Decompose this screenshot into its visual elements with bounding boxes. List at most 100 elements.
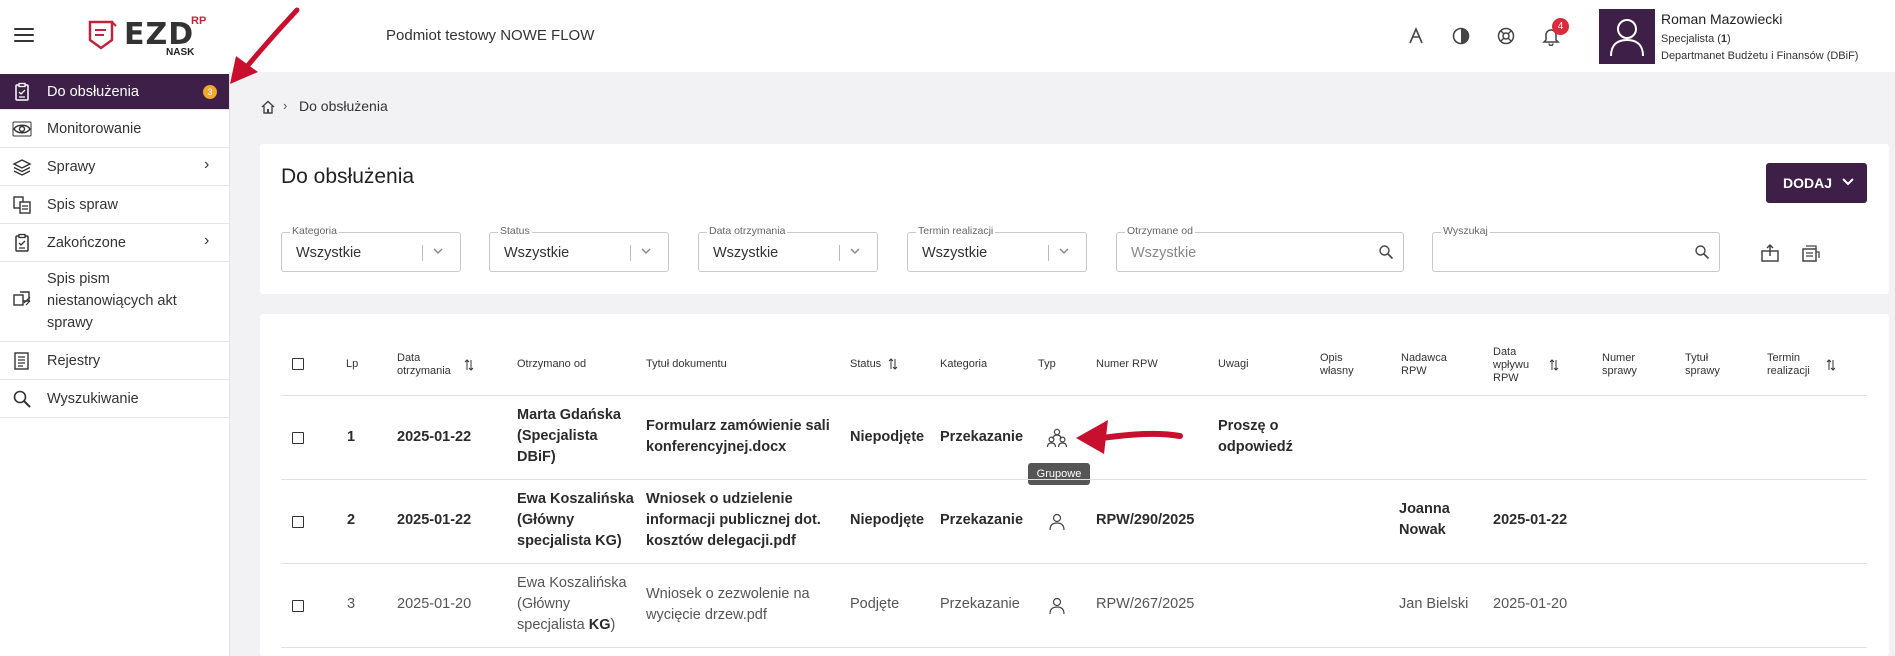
column-header-otrzymano-od[interactable]: Otrzymano od <box>517 358 586 371</box>
cell-data-otrzymania: 2025-01-20 <box>397 596 472 612</box>
group-users-icon[interactable] <box>1046 427 1068 449</box>
cell-lp: 1 <box>347 429 356 445</box>
row-checkbox[interactable] <box>292 600 304 612</box>
ezd-logo[interactable]: EZD RP NASK <box>86 15 226 59</box>
field-value: Wszystkie <box>296 245 362 261</box>
print-list-icon[interactable] <box>1799 242 1821 264</box>
sort-icon[interactable] <box>1826 359 1836 371</box>
sidebar-item-monitorowanie[interactable]: Monitorowanie <box>0 110 229 148</box>
count-badge: 3 <box>203 85 217 99</box>
column-header-kategoria[interactable]: Kategoria <box>940 358 987 371</box>
user-icon[interactable] <box>1046 511 1068 533</box>
field-label: Wyszukaj <box>1441 225 1490 237</box>
cell-status: Niepodjęte <box>850 512 925 528</box>
user-icon[interactable] <box>1046 595 1068 617</box>
sidebar-item-wyszukiwanie[interactable]: Wyszukiwanie <box>0 380 229 418</box>
sort-icon[interactable] <box>888 358 898 370</box>
cell-data-wplywu: 2025-01-20 <box>1493 596 1568 612</box>
field-label: Kategoria <box>290 225 339 237</box>
column-header-status[interactable]: Status <box>850 358 881 371</box>
column-header-numer-sprawy[interactable]: Numer sprawy <box>1602 352 1637 378</box>
chevron-down-icon <box>1842 178 1854 186</box>
cell-tytul-dokumentu[interactable]: Formularz zamówienie sali konferencyjnej.… <box>646 416 830 458</box>
field-value: Wszystkie <box>504 245 570 261</box>
column-header-opis-wlasny[interactable]: Opis własny <box>1320 352 1354 378</box>
home-icon[interactable] <box>260 99 276 115</box>
logo-rp: RP <box>191 15 207 27</box>
chevron-down-icon <box>850 248 860 254</box>
column-header-nadawca-rpw[interactable]: Nadawca RPW <box>1401 352 1447 378</box>
received-from-field[interactable]: Otrzymane od Wszystkie <box>1116 225 1404 272</box>
column-header-tytul-sprawy[interactable]: Tytuł sprawy <box>1685 352 1720 378</box>
eye-icon <box>12 121 32 137</box>
sort-icon[interactable] <box>464 359 474 371</box>
cell-status: Niepodjęte <box>850 429 925 445</box>
sidebar-item-label: Zakończone <box>47 235 126 251</box>
sidebar-item-spis-spraw[interactable]: Spis spraw <box>0 186 229 224</box>
column-header-lp[interactable]: Lp <box>346 358 358 371</box>
helpdesk-icon[interactable] <box>1496 26 1516 46</box>
chevron-right-icon: › <box>204 156 210 173</box>
column-header-uwagi[interactable]: Uwagi <box>1218 358 1249 371</box>
field-value: Wszystkie <box>922 245 988 261</box>
row-checkbox[interactable] <box>292 432 304 444</box>
search-icon[interactable] <box>1694 244 1710 260</box>
add-button[interactable]: DODAJ <box>1766 163 1867 203</box>
field-placeholder: Wszystkie <box>1131 245 1197 261</box>
row-divider <box>281 395 1867 396</box>
chevron-down-icon <box>641 248 651 254</box>
cell-lp: 3 <box>347 596 356 612</box>
cell-otrzymano-od: Ewa Koszalińska (Główny specjalista KG) <box>517 575 627 633</box>
cell-tytul-dokumentu[interactable]: Wniosek o udzielenie informacji publiczne… <box>646 489 821 552</box>
documents-list-icon <box>13 196 31 214</box>
field-label: Data otrzymania <box>707 225 788 237</box>
sidebar-item-spis-pism[interactable]: Spis pism niestanowiących akt sprawy <box>0 262 229 342</box>
export-icon[interactable] <box>1759 242 1781 264</box>
cell-nadawca-rpw: Jan Bielski <box>1399 596 1469 612</box>
cell-data-otrzymania: 2025-01-22 <box>397 429 472 445</box>
category-select[interactable]: Kategoria Wszystkie <box>281 225 461 272</box>
annotation-arrow-icon <box>1076 420 1183 454</box>
sidebar-item-rejestry[interactable]: Rejestry <box>0 342 229 380</box>
field-label: Termin realizacji <box>916 225 996 237</box>
cell-lp: 2 <box>347 512 356 528</box>
cell-tytul-dokumentu[interactable]: Wniosek o zezwolenie na wycięcie drzew.pd… <box>646 584 810 626</box>
column-header-tytul[interactable]: Tytuł dokumentu <box>646 358 727 371</box>
search-input[interactable]: Wyszukaj <box>1432 225 1720 272</box>
avatar[interactable] <box>1599 9 1655 64</box>
add-button-label: DODAJ <box>1783 175 1833 191</box>
chevron-right-icon: › <box>204 232 210 249</box>
column-header-numer-rpw[interactable]: Numer RPW <box>1096 358 1158 371</box>
logo-emblem-icon <box>88 20 117 50</box>
organization-name: Podmiot testowy NOWE FLOW <box>386 27 595 44</box>
status-select[interactable]: Status Wszystkie <box>489 225 669 272</box>
cell-data-otrzymania: 2025-01-22 <box>397 512 472 528</box>
search-icon[interactable] <box>1378 244 1394 260</box>
cell-numer-rpw[interactable]: RPW/267/2025 <box>1096 594 1194 615</box>
sort-icon[interactable] <box>1549 359 1559 371</box>
cell-kategoria: Przekazanie <box>940 429 1024 445</box>
field-divider <box>422 245 423 261</box>
cell-kategoria: Przekazanie <box>940 512 1024 528</box>
select-all-checkbox[interactable] <box>292 358 304 370</box>
hamburger-menu-icon[interactable] <box>14 28 34 42</box>
font-size-icon[interactable] <box>1406 26 1426 46</box>
column-header-data-wplywu[interactable]: Data wpływu RPW <box>1493 346 1529 385</box>
logo-nask: NASK <box>166 47 195 58</box>
layers-icon <box>12 159 32 176</box>
column-header-typ[interactable]: Typ <box>1038 358 1056 371</box>
field-value: Wszystkie <box>713 245 779 261</box>
receipt-date-select[interactable]: Data otrzymania Wszystkie <box>698 225 878 272</box>
contrast-icon[interactable] <box>1451 26 1471 46</box>
column-header-data-otrzymania[interactable]: Data otrzymania <box>397 352 451 378</box>
sidebar-item-zakonczone[interactable]: Zakończone › <box>0 224 229 262</box>
column-header-termin-realizacji[interactable]: Termin realizacji <box>1767 352 1810 378</box>
sidebar-item-do-obsluzenia[interactable]: Do obsłużenia 3 <box>0 74 229 110</box>
row-checkbox[interactable] <box>292 516 304 528</box>
table-card <box>260 314 1889 656</box>
cell-numer-rpw[interactable]: RPW/290/2025 <box>1096 510 1194 531</box>
user-name[interactable]: Roman Mazowiecki <box>1661 11 1782 27</box>
sidebar-item-sprawy[interactable]: Sprawy › <box>0 148 229 186</box>
deadline-select[interactable]: Termin realizacji Wszystkie <box>907 225 1087 272</box>
tooltip: Grupowe <box>1028 463 1090 485</box>
